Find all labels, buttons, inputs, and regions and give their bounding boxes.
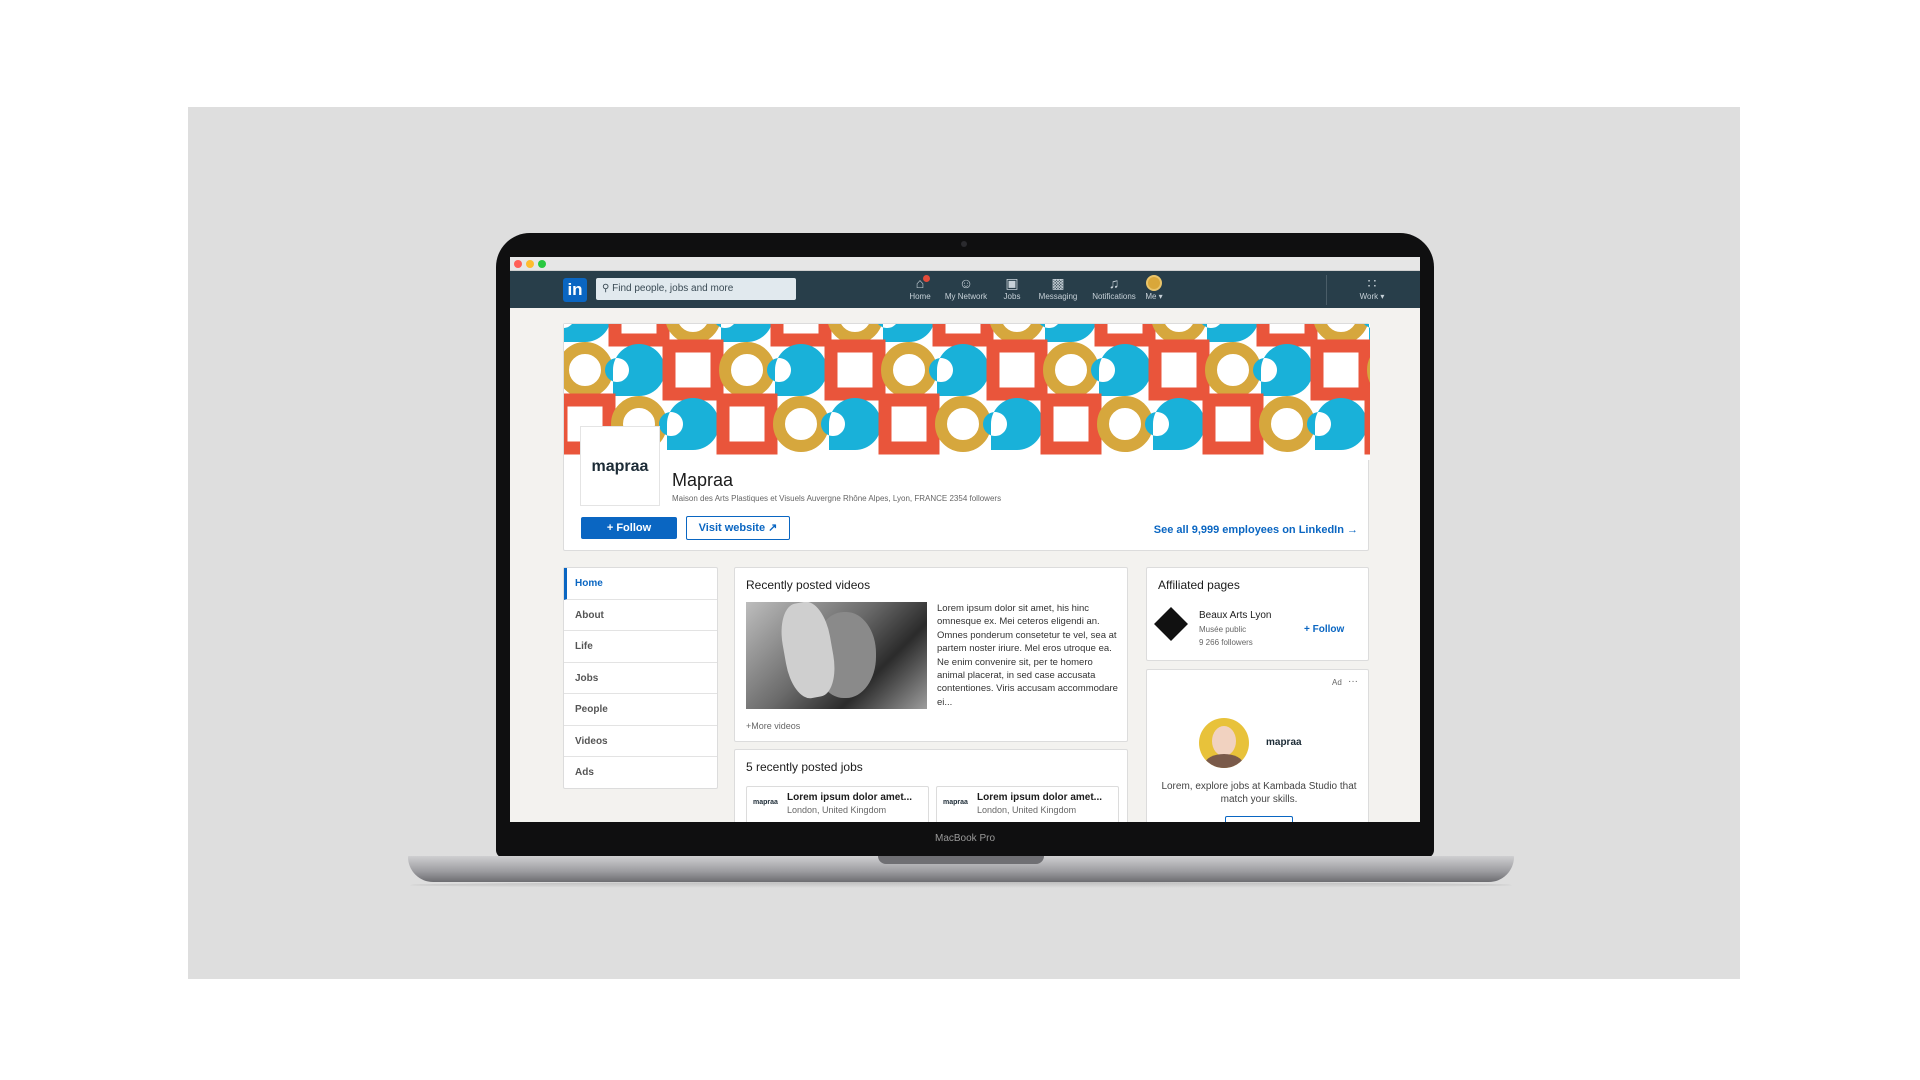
external-link-icon: ↗ xyxy=(768,522,778,534)
affiliated-title: Affiliated pages xyxy=(1158,578,1240,592)
video-description: Lorem ipsum dolor sit amet, his hinc omn… xyxy=(937,603,1118,708)
notification-badge xyxy=(923,275,930,282)
video-thumbnail[interactable] xyxy=(746,602,927,709)
ad-more-button[interactable]: ··· xyxy=(1348,676,1358,687)
company-header-card: mapraa Mapraa Maison des Arts Plastiques… xyxy=(563,323,1370,551)
videos-title: Recently posted videos xyxy=(746,578,871,592)
affiliated-logo[interactable] xyxy=(1154,607,1188,641)
minimize-window-button[interactable] xyxy=(526,260,534,268)
visit-website-label: Visit website xyxy=(698,522,766,534)
affiliated-followers: 9 266 followers xyxy=(1199,638,1253,647)
nav-messaging-label: Messaging xyxy=(1038,292,1078,301)
chevron-down-icon: ▾ xyxy=(1378,292,1385,301)
search-icon: ⚲ xyxy=(602,283,613,294)
nav-messaging[interactable]: ▩ Messaging xyxy=(1032,275,1084,301)
company-logo: mapraa xyxy=(580,426,660,506)
job-card[interactable]: mapraa Lorem ipsum dolor amet... London,… xyxy=(746,786,929,822)
laptop-base xyxy=(408,856,1514,882)
company-logo-text: mapraa xyxy=(591,458,649,475)
sidebar-item-jobs[interactable]: Jobs xyxy=(564,663,717,694)
recent-jobs-card: 5 recently posted jobs mapraa Lorem ipsu… xyxy=(734,749,1128,822)
job-card[interactable]: mapraa Lorem ipsum dolor amet... London,… xyxy=(936,786,1119,822)
sidebar-item-people[interactable]: People xyxy=(564,694,717,726)
avatar xyxy=(1146,275,1162,291)
bell-icon: ♫ xyxy=(1108,275,1120,291)
affiliated-follow-button[interactable]: + Follow xyxy=(1304,624,1344,635)
base-shadow xyxy=(410,882,1512,888)
ad-label: Ad xyxy=(1332,678,1342,687)
zoom-window-button[interactable] xyxy=(538,260,546,268)
network-icon: ☺ xyxy=(958,275,974,291)
see-all-employees-link[interactable]: See all 9,999 employees on LinkedIn → xyxy=(1154,524,1358,536)
sidebar-item-home[interactable]: Home xyxy=(564,568,717,600)
sidebar-item-ads[interactable]: Ads xyxy=(564,757,717,789)
top-navbar: in ⚲ Find people, jobs and more ⌂ Home ☺… xyxy=(510,271,1420,308)
job-location: London, United Kingdom xyxy=(977,805,1077,815)
nav-work-label: Work xyxy=(1359,292,1379,301)
jobs-title: 5 recently posted jobs xyxy=(746,760,863,774)
company-subtitle: Maison des Arts Plastiques et Visuels Au… xyxy=(672,494,1002,503)
job-title: Lorem ipsum dolor amet... xyxy=(977,792,1103,803)
more-videos-link[interactable]: +More videos xyxy=(746,721,800,731)
nav-jobs[interactable]: ▣ Jobs xyxy=(986,275,1038,301)
ad-brand-logo: mapraa xyxy=(1266,737,1302,748)
cover-image xyxy=(564,324,1370,460)
model-label: MacBook Pro xyxy=(934,833,996,844)
sidebar-item-videos[interactable]: Videos xyxy=(564,726,717,757)
sidebar-nav: Home About Life Jobs People Videos Ads xyxy=(563,567,718,789)
company-name: Mapraa xyxy=(672,470,734,490)
linkedin-logo[interactable]: in xyxy=(563,278,587,302)
job-company-logo: mapraa xyxy=(943,799,968,806)
affiliated-type: Musée public xyxy=(1199,625,1247,634)
ad-person-avatar xyxy=(1199,718,1249,768)
sidebar-item-about[interactable]: About xyxy=(564,600,717,631)
sidebar-item-life[interactable]: Life xyxy=(564,631,717,663)
ad-person-body xyxy=(1205,754,1243,768)
visit-website-button[interactable]: Visit website ↗ xyxy=(686,516,790,540)
base-notch xyxy=(878,856,1044,864)
affiliated-name[interactable]: Beaux Arts Lyon xyxy=(1199,610,1271,621)
job-location: London, United Kingdom xyxy=(787,805,887,815)
follow-button[interactable]: + Follow xyxy=(581,517,677,539)
nav-home[interactable]: ⌂ Home xyxy=(894,275,946,301)
affiliated-pages-card: Affiliated pages Beaux Arts Lyon Musée p… xyxy=(1146,567,1369,661)
ad-cta-button[interactable] xyxy=(1225,816,1293,822)
job-company-logo: mapraa xyxy=(753,799,778,806)
screen: in ⚲ Find people, jobs and more ⌂ Home ☺… xyxy=(510,257,1420,822)
search-input[interactable]: ⚲ Find people, jobs and more xyxy=(596,278,796,300)
close-window-button[interactable] xyxy=(514,260,522,268)
ad-card: Ad ··· mapraa Lorem, explore jobs at Kam… xyxy=(1146,669,1369,822)
briefcase-icon: ▣ xyxy=(1005,275,1019,291)
nav-me[interactable]: Me ▾ xyxy=(1128,275,1180,301)
camera xyxy=(961,241,967,247)
window-titlebar xyxy=(510,257,1420,271)
nav-me-label: Me xyxy=(1145,292,1157,301)
messaging-icon: ▩ xyxy=(1051,275,1065,291)
nav-my-network[interactable]: ☺ My Network xyxy=(940,275,992,301)
chevron-down-icon: ▾ xyxy=(1156,292,1163,301)
grid-icon: ∷ xyxy=(1367,275,1377,291)
nav-divider xyxy=(1326,275,1327,305)
ad-text: Lorem, explore jobs at Kambada Studio th… xyxy=(1161,781,1357,805)
nav-home-label: Home xyxy=(909,292,931,301)
nav-network-label: My Network xyxy=(944,292,988,301)
nav-jobs-label: Jobs xyxy=(1003,292,1021,301)
nav-work[interactable]: ∷ Work ▾ xyxy=(1346,275,1398,301)
recent-videos-card: Recently posted videos Lorem ipsum dolor… xyxy=(734,567,1128,742)
job-title: Lorem ipsum dolor amet... xyxy=(787,792,913,803)
search-placeholder: Find people, jobs and more xyxy=(612,283,734,294)
ad-person-face xyxy=(1212,726,1236,756)
